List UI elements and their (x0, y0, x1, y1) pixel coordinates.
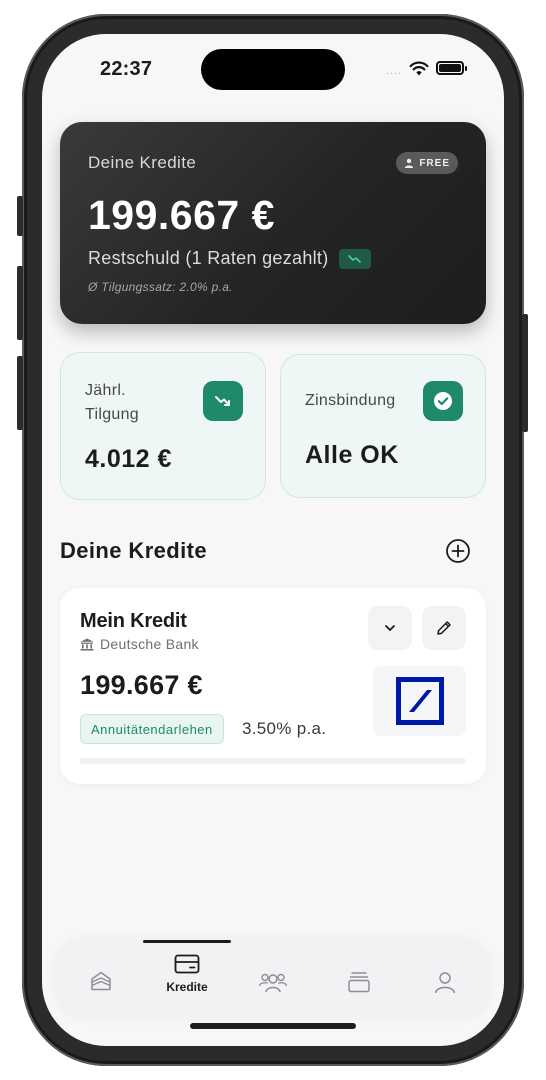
tab-people[interactable] (243, 972, 303, 994)
tab-stack[interactable] (329, 970, 389, 994)
pencil-icon (437, 621, 451, 635)
person-icon (405, 158, 414, 168)
tab-home[interactable] (71, 970, 131, 992)
power-button (522, 314, 528, 432)
credit-bank: Deutsche Bank (80, 636, 199, 652)
repayment-rate-note: Ø Tilgungssatz: 2.0% p.a. (88, 280, 233, 294)
volume-down-button (17, 356, 23, 430)
annual-repayment-label-line2: Tilgung (85, 406, 139, 423)
fixed-interest-label: Zinsbindung (305, 392, 396, 409)
status-time: 22:37 (100, 58, 153, 80)
credit-name: Mein Kredit (80, 610, 187, 632)
home-icon (91, 971, 111, 991)
credits-section-title: Deine Kredite (60, 538, 208, 563)
action-button (17, 196, 23, 236)
edit-credit-button[interactable] (422, 606, 466, 650)
fixed-interest-tile[interactable]: Zinsbindung Alle OK (280, 354, 486, 498)
home-indicator[interactable] (190, 1023, 356, 1029)
fixed-interest-value: Alle OK (305, 441, 399, 469)
credit-type-badge: Annuitätendarlehen (80, 714, 224, 744)
bank-icon (80, 638, 94, 650)
signal-icon: .... (385, 65, 402, 77)
credit-card-icon (174, 954, 200, 974)
volume-up-button (17, 266, 23, 340)
tab-profile[interactable] (415, 970, 475, 994)
annual-repayment-label-line1: Jährl. (85, 382, 126, 399)
add-credit-button[interactable] (445, 538, 471, 564)
total-debt-amount: 199.667 € (88, 192, 275, 238)
trend-down-icon (203, 381, 243, 421)
summary-title: Deine Kredite (88, 153, 197, 172)
users-icon (258, 973, 288, 993)
wifi-icon (409, 61, 429, 75)
summary-subtitle: Restschuld (1 Raten gezahlt) (88, 248, 371, 269)
check-circle-icon (423, 381, 463, 421)
annual-repayment-tile[interactable]: Jährl. Tilgung 4.012 € (60, 352, 266, 500)
app-screen: 22:37 .... Deine Kredite FREE 199.667 € … (42, 34, 504, 1046)
dynamic-island (201, 49, 345, 90)
active-tab-indicator (143, 940, 231, 943)
remaining-debt-label: Restschuld (1 Raten gezahlt) (88, 248, 329, 268)
plus-circle-icon (446, 539, 470, 563)
trend-down-icon (338, 248, 371, 269)
chevron-down-icon (385, 625, 395, 631)
profile-icon (434, 972, 456, 994)
credit-bank-name: Deutsche Bank (100, 636, 199, 652)
tab-kredite[interactable]: Kredite (157, 954, 217, 994)
expand-credit-button[interactable] (368, 606, 412, 650)
credit-amount: 199.667 € (80, 670, 203, 700)
summary-card[interactable]: Deine Kredite FREE 199.667 € Restschuld … (60, 122, 486, 324)
plan-badge[interactable]: FREE (396, 152, 458, 174)
status-indicators: .... (385, 59, 467, 77)
annual-repayment-label: Jährl. Tilgung (85, 379, 139, 427)
battery-icon (436, 61, 467, 75)
tab-kredite-label: Kredite (166, 980, 208, 994)
stack-icon (348, 972, 370, 993)
credit-card-item[interactable]: Mein Kredit Deutsche Bank 199.667 € Annu… (60, 588, 486, 784)
plan-badge-label: FREE (419, 157, 450, 169)
annual-repayment-value: 4.012 € (85, 445, 172, 473)
credit-interest-rate: 3.50% p.a. (242, 719, 327, 738)
deutsche-bank-logo (373, 666, 466, 736)
credit-progress-track (80, 758, 466, 764)
